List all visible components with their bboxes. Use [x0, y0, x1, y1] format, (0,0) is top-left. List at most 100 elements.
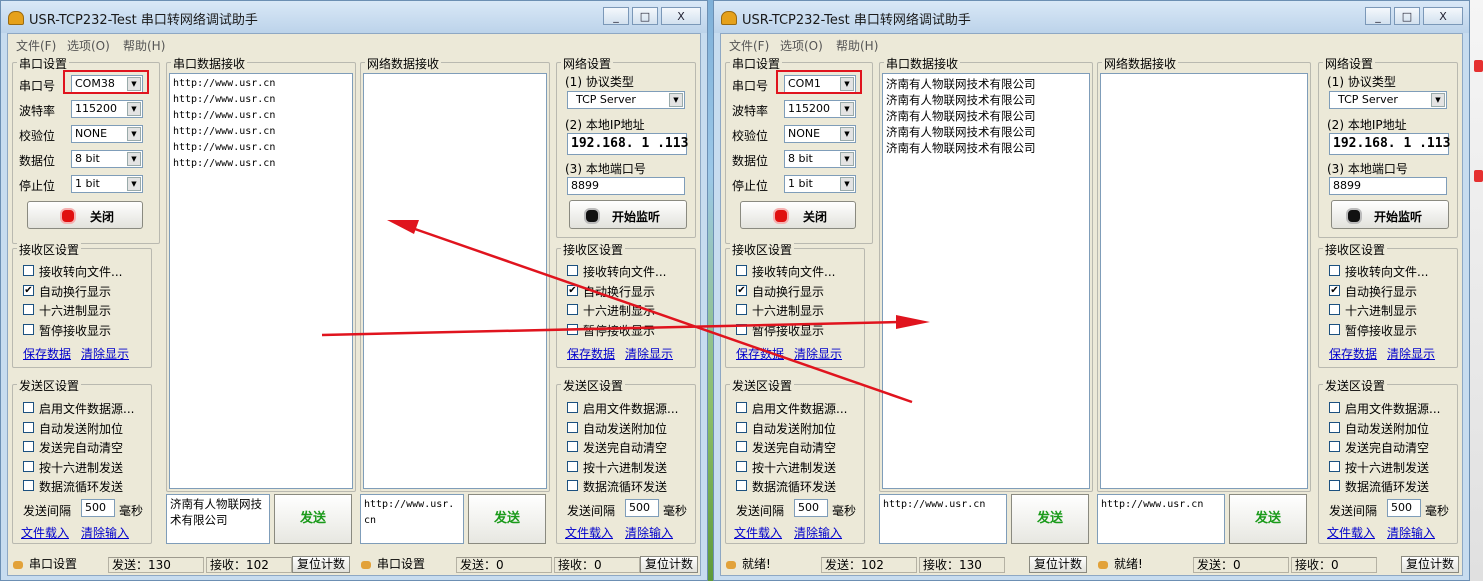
- local-port-input[interactable]: 8899: [567, 177, 685, 195]
- left-reset-count-button[interactable]: 复位计数: [292, 556, 351, 573]
- send-interval-input[interactable]: 500: [1387, 499, 1421, 517]
- minimize-button[interactable]: _: [1365, 7, 1391, 25]
- option-checkbox[interactable]: [23, 421, 34, 433]
- chevron-down-icon[interactable]: ▼: [1431, 93, 1445, 107]
- load-file-link[interactable]: 文件载入: [21, 524, 69, 541]
- maximize-button[interactable]: □: [1394, 7, 1420, 25]
- option-checkbox[interactable]: [736, 265, 747, 276]
- option-checkbox[interactable]: [23, 402, 34, 413]
- clear-display-link[interactable]: 清除显示: [794, 345, 842, 362]
- option-checkbox[interactable]: [567, 421, 578, 433]
- option-checkbox[interactable]: [1329, 323, 1340, 335]
- title-bar[interactable]: USR-TCP232-Test 串口转网络调试助手 _ □ X: [714, 1, 1469, 33]
- load-file-link[interactable]: 文件载入: [1327, 524, 1375, 541]
- chevron-down-icon[interactable]: ▼: [840, 177, 854, 191]
- menu-help[interactable]: 帮助(H): [123, 37, 165, 54]
- menu-file[interactable]: 文件(F): [729, 37, 769, 54]
- menu-options[interactable]: 选项(O): [780, 37, 823, 54]
- left-reset-count-button[interactable]: 复位计数: [1029, 556, 1088, 573]
- option-checkbox[interactable]: [736, 421, 747, 433]
- serial-send-button[interactable]: 发送: [1011, 494, 1089, 544]
- save-data-link[interactable]: 保存数据: [1329, 345, 1377, 362]
- send-interval-input[interactable]: 500: [625, 499, 659, 517]
- network-send-button[interactable]: 发送: [1229, 494, 1307, 544]
- network-send-input[interactable]: http://www.usr.cn: [1097, 494, 1225, 544]
- chevron-down-icon[interactable]: ▼: [840, 102, 854, 116]
- option-checkbox[interactable]: [567, 402, 578, 413]
- chevron-down-icon[interactable]: ▼: [127, 102, 141, 116]
- option-checkbox[interactable]: [1329, 421, 1340, 433]
- option-checkbox[interactable]: ✔: [736, 284, 747, 296]
- option-checkbox[interactable]: [736, 323, 747, 335]
- stopbits-select[interactable]: 1 bit ▼: [71, 175, 143, 193]
- option-checkbox[interactable]: [23, 265, 34, 276]
- parity-select[interactable]: NONE ▼: [71, 125, 143, 143]
- open-close-port-button[interactable]: 关闭: [740, 201, 856, 229]
- open-close-port-button[interactable]: 关闭: [27, 201, 143, 229]
- clear-display-link[interactable]: 清除显示: [81, 345, 129, 362]
- option-checkbox[interactable]: [567, 480, 578, 491]
- option-checkbox[interactable]: ✔: [23, 284, 34, 296]
- chevron-down-icon[interactable]: ▼: [840, 127, 854, 141]
- option-checkbox[interactable]: [1329, 402, 1340, 413]
- receive-textarea[interactable]: [363, 73, 547, 489]
- option-checkbox[interactable]: [736, 402, 747, 413]
- option-checkbox[interactable]: [736, 304, 747, 315]
- title-bar[interactable]: USR-TCP232-Test 串口转网络调试助手 _ □ X: [1, 1, 707, 33]
- option-checkbox[interactable]: [567, 323, 578, 335]
- databits-select[interactable]: 8 bit ▼: [71, 150, 143, 168]
- option-checkbox[interactable]: ✔: [1329, 284, 1340, 296]
- ip-address-field[interactable]: 192.168. 1 .113: [567, 133, 688, 155]
- option-checkbox[interactable]: [567, 460, 578, 472]
- clear-input-link[interactable]: 清除输入: [1387, 524, 1435, 541]
- network-send-button[interactable]: 发送: [468, 494, 546, 544]
- chevron-down-icon[interactable]: ▼: [127, 152, 141, 166]
- save-data-link[interactable]: 保存数据: [23, 345, 71, 362]
- option-checkbox[interactable]: [736, 480, 747, 491]
- chevron-down-icon[interactable]: ▼: [840, 152, 854, 166]
- chevron-down-icon[interactable]: ▼: [127, 127, 141, 141]
- option-checkbox[interactable]: [736, 441, 747, 452]
- option-checkbox[interactable]: [23, 441, 34, 452]
- save-data-link[interactable]: 保存数据: [736, 345, 784, 362]
- clear-display-link[interactable]: 清除显示: [1387, 345, 1435, 362]
- protocol-select[interactable]: TCP Server ▼: [1329, 91, 1447, 109]
- start-listen-button[interactable]: 开始监听: [1331, 200, 1449, 229]
- option-checkbox[interactable]: [23, 304, 34, 315]
- close-button[interactable]: X: [661, 7, 701, 25]
- receive-textarea[interactable]: http://www.usr.cn http://www.usr.cn http:/…: [169, 73, 353, 489]
- option-checkbox[interactable]: [1329, 441, 1340, 452]
- save-data-link[interactable]: 保存数据: [567, 345, 615, 362]
- clear-input-link[interactable]: 清除输入: [794, 524, 842, 541]
- clear-input-link[interactable]: 清除输入: [81, 524, 129, 541]
- send-interval-input[interactable]: 500: [81, 499, 115, 517]
- menu-file[interactable]: 文件(F): [16, 37, 56, 54]
- chevron-down-icon[interactable]: ▼: [669, 93, 683, 107]
- option-checkbox[interactable]: [736, 460, 747, 472]
- maximize-button[interactable]: □: [632, 7, 658, 25]
- parity-select[interactable]: NONE ▼: [784, 125, 856, 143]
- serial-send-input[interactable]: http://www.usr.cn: [879, 494, 1007, 544]
- right-reset-count-button[interactable]: 复位计数: [1401, 556, 1460, 573]
- baud-select[interactable]: 115200 ▼: [71, 100, 143, 118]
- baud-select[interactable]: 115200 ▼: [784, 100, 856, 118]
- option-checkbox[interactable]: ✔: [567, 284, 578, 296]
- clear-display-link[interactable]: 清除显示: [625, 345, 673, 362]
- serial-send-button[interactable]: 发送: [274, 494, 352, 544]
- databits-select[interactable]: 8 bit ▼: [784, 150, 856, 168]
- protocol-select[interactable]: TCP Server ▼: [567, 91, 685, 109]
- option-checkbox[interactable]: [1329, 304, 1340, 315]
- right-reset-count-button[interactable]: 复位计数: [640, 556, 699, 573]
- minimize-button[interactable]: _: [603, 7, 629, 25]
- receive-textarea[interactable]: [1100, 73, 1308, 489]
- option-checkbox[interactable]: [23, 480, 34, 491]
- start-listen-button[interactable]: 开始监听: [569, 200, 687, 229]
- load-file-link[interactable]: 文件载入: [565, 524, 613, 541]
- ip-address-field[interactable]: 192.168. 1 .113: [1329, 133, 1450, 155]
- option-checkbox[interactable]: [1329, 265, 1340, 276]
- receive-textarea[interactable]: 济南有人物联网技术有限公司 济南有人物联网技术有限公司 济南有人物联网技术有限公司济…: [882, 73, 1090, 489]
- option-checkbox[interactable]: [1329, 460, 1340, 472]
- option-checkbox[interactable]: [567, 304, 578, 315]
- chevron-down-icon[interactable]: ▼: [127, 177, 141, 191]
- local-port-input[interactable]: 8899: [1329, 177, 1447, 195]
